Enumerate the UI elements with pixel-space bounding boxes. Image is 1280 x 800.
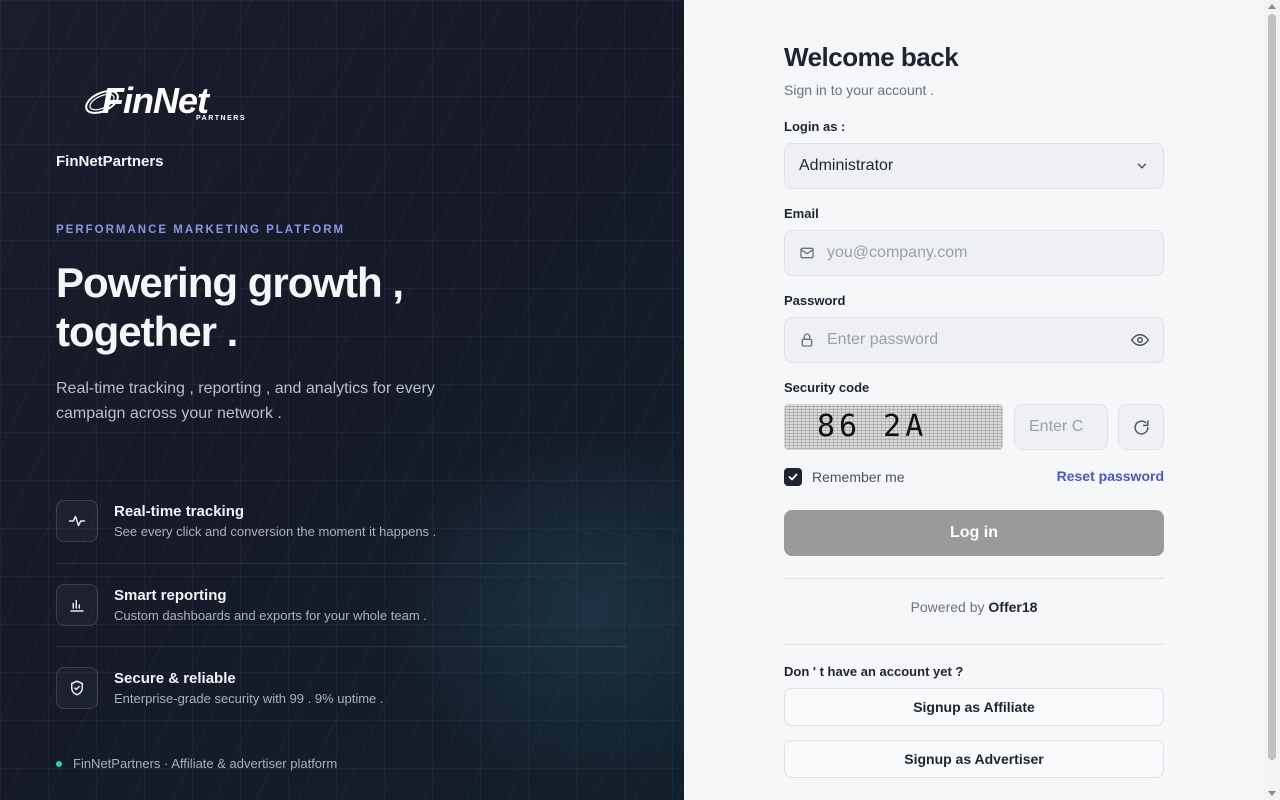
- security-code-label: Security code: [784, 380, 870, 395]
- remember-label: Remember me: [812, 469, 905, 485]
- feature-item: Secure & reliable Enterprise-grade secur…: [56, 647, 628, 731]
- divider: [784, 578, 1164, 579]
- scroll-thumb[interactable]: [1268, 14, 1276, 760]
- hero-headline: Powering growth , together .: [56, 258, 576, 356]
- feature-item: Real-time tracking See every click and c…: [56, 480, 628, 564]
- feature-title: Secure & reliable: [114, 670, 236, 687]
- chevron-down-icon: [1137, 163, 1147, 169]
- eye-icon[interactable]: [1131, 331, 1149, 349]
- page-scrollbar[interactable]: [1264, 0, 1280, 800]
- hero-eyebrow: PERFORMANCE MARKETING PLATFORM: [56, 224, 346, 236]
- brand-name: FinNetPartners: [56, 153, 164, 170]
- scroll-up-arrow-icon[interactable]: [1268, 4, 1276, 9]
- check-icon: [788, 473, 798, 481]
- finnet-logo: FinNet PARTNERS: [82, 78, 254, 128]
- signup-advertiser-button[interactable]: Signup as Advertiser: [784, 740, 1164, 778]
- status-dot-icon: [56, 760, 62, 767]
- scroll-down-arrow-icon[interactable]: [1268, 791, 1276, 796]
- feature-item: Smart reporting Custom dashboards and ex…: [56, 564, 628, 647]
- feature-desc: Custom dashboards and exports for your w…: [114, 607, 427, 623]
- hero-lede: Real-time tracking , reporting , and ana…: [56, 380, 435, 422]
- mail-icon: [800, 247, 814, 259]
- remember-me[interactable]: Remember me: [784, 468, 905, 486]
- captcha-input[interactable]: Enter C: [1014, 404, 1108, 450]
- email-label: Email: [784, 206, 819, 221]
- login-as-label: Login as :: [784, 119, 846, 134]
- password-label: Password: [784, 293, 846, 308]
- headline-line-1: Powering growth ,: [56, 259, 404, 306]
- refresh-icon: [1133, 419, 1149, 435]
- login-panel: Welcome back Sign in to your account . L…: [684, 0, 1264, 800]
- captcha-text: 86 2A: [817, 409, 928, 444]
- feature-desc: See every click and conversion the momen…: [114, 524, 437, 539]
- email-placeholder: you@company.com: [827, 244, 968, 261]
- activity-icon: [56, 500, 98, 542]
- captcha-image: 86 2A: [784, 404, 1003, 450]
- bar-chart-icon: [56, 583, 98, 626]
- hero-panel: FinNet PARTNERS FinNetPartners PERFORMAN…: [0, 0, 684, 800]
- feature-title: Real-time tracking: [114, 503, 245, 520]
- captcha-placeholder: Enter C: [1029, 418, 1084, 435]
- shield-check-icon: [56, 667, 98, 709]
- feature-title: Smart reporting: [114, 586, 227, 604]
- headline-line-2: together .: [56, 308, 238, 355]
- signup-affiliate-button[interactable]: Signup as Affiliate: [784, 688, 1164, 726]
- email-field[interactable]: you@company.com: [784, 230, 1164, 276]
- password-field[interactable]: Enter password: [784, 317, 1164, 363]
- powered-by: Powered by Offer18: [784, 599, 1164, 615]
- powered-brand: Offer18: [988, 599, 1038, 615]
- powered-prefix: Powered by: [910, 599, 985, 615]
- footer-note: FinNetPartners · Affiliate & advertiser …: [56, 756, 337, 771]
- no-account-text: Don ' t have an account yet ?: [784, 664, 964, 679]
- login-as-select[interactable]: Administrator: [784, 143, 1164, 189]
- remember-checkbox[interactable]: [784, 468, 802, 486]
- login-as-value: Administrator: [799, 157, 894, 174]
- password-placeholder: Enter password: [827, 331, 939, 348]
- lock-icon: [801, 333, 813, 347]
- logo-subtext: PARTNERS: [196, 115, 246, 122]
- feature-desc: Enterprise-grade security with 99 . 9% u…: [114, 691, 384, 706]
- reset-password-link[interactable]: Reset password: [1057, 468, 1164, 484]
- captcha-refresh-button[interactable]: [1118, 404, 1164, 450]
- login-button[interactable]: Log in: [784, 510, 1164, 556]
- logo-wordmark: FinNet: [102, 80, 209, 121]
- feature-list: Real-time tracking See every click and c…: [56, 480, 628, 731]
- divider: [784, 644, 1164, 645]
- form-subtitle: Sign in to your account .: [784, 82, 935, 98]
- form-title: Welcome back: [784, 42, 959, 72]
- footer-note-text: FinNetPartners · Affiliate & advertiser …: [73, 756, 338, 771]
